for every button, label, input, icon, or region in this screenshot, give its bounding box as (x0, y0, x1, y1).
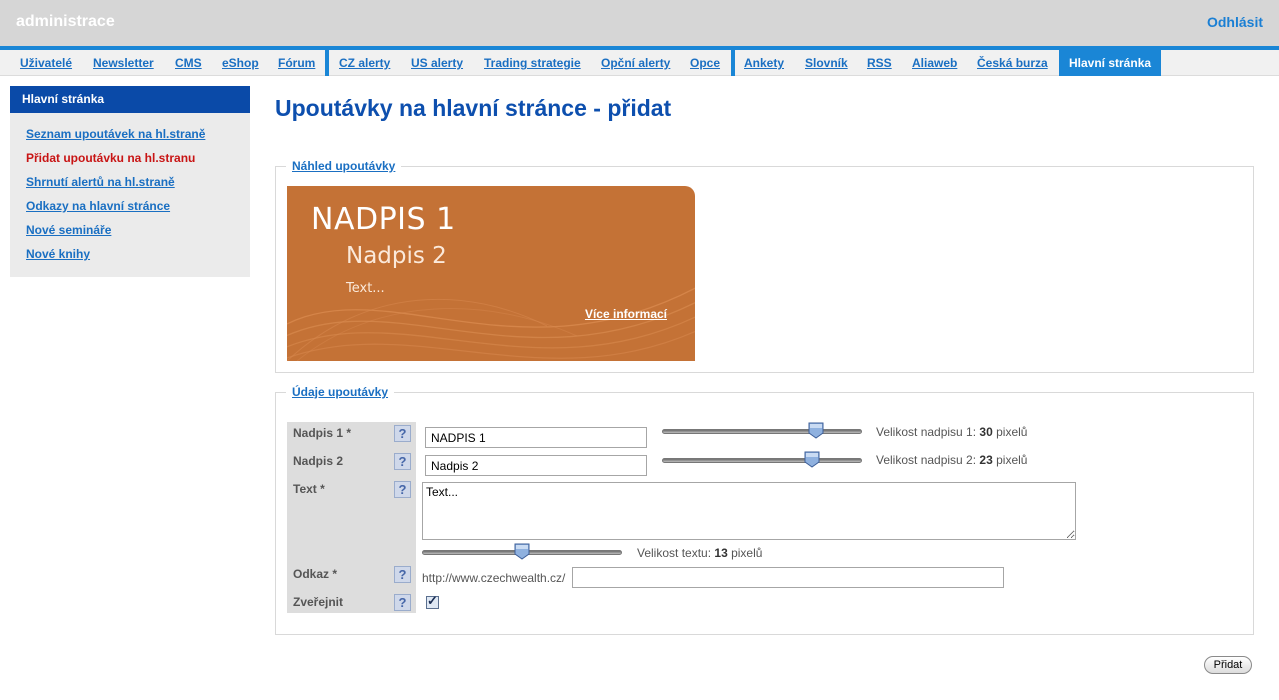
publish-help-icon[interactable]: ? (394, 594, 411, 611)
text-help-icon[interactable]: ? (394, 481, 411, 498)
heading1-help-icon[interactable]: ? (394, 425, 411, 442)
form-label-column: Nadpis 1 * ? Nadpis 2 ? Text * ? Odkaz *… (287, 422, 416, 613)
nav-item-uzivatele[interactable]: Uživatelé (20, 50, 72, 76)
header-bar: administrace Odhlásit (0, 0, 1279, 46)
link-url-prefix: http://www.czechwealth.cz/ (422, 571, 566, 585)
text-size-caption: Velikost textu: 13 pixelů (637, 546, 763, 560)
heading1-label: Nadpis 1 * (293, 426, 352, 440)
sidebar: Hlavní stránka Seznam upoutávek na hl.st… (10, 86, 250, 277)
heading1-size-slider[interactable] (662, 422, 862, 442)
banner-more-info-link[interactable]: Více informací (585, 307, 667, 321)
nav-item-ankety[interactable]: Ankety (744, 50, 784, 76)
app-title: administrace (16, 13, 115, 30)
main-nav: Uživatelé Newsletter CMS eShop Fórum CZ … (0, 50, 1279, 76)
nav-item-trading-strategie[interactable]: Trading strategie (484, 50, 581, 76)
submit-button[interactable]: Přidat (1204, 656, 1252, 674)
banner-heading-2: Nadpis 2 (346, 243, 447, 269)
sidebar-item-nove-seminare[interactable]: Nové semináře (26, 223, 111, 237)
link-help-icon[interactable]: ? (394, 566, 411, 583)
nav-item-us-alerty[interactable]: US alerty (411, 50, 463, 76)
heading2-size-slider[interactable] (662, 451, 862, 471)
sidebar-item-pridat-upoutavku[interactable]: Přidat upoutávku na hl.stranu (26, 151, 195, 165)
banner-text: Text... (346, 281, 385, 296)
slider-track (662, 429, 862, 434)
nav-item-rss[interactable]: RSS (867, 50, 892, 76)
nav-item-opce[interactable]: Opce (690, 50, 720, 76)
sidebar-item-odkazy[interactable]: Odkazy na hlavní stránce (26, 199, 170, 213)
slider-thumb[interactable] (514, 543, 530, 560)
sidebar-item-seznam-upoutavek[interactable]: Seznam upoutávek na hl.straně (26, 127, 205, 141)
heading1-input[interactable] (425, 427, 647, 448)
slider-thumb[interactable] (808, 422, 824, 439)
nav-separator (731, 50, 735, 76)
heading2-size-caption: Velikost nadpisu 2: 23 pixelů (876, 453, 1028, 467)
nav-item-slovnik[interactable]: Slovník (805, 50, 848, 76)
nav-item-cms[interactable]: CMS (175, 50, 202, 76)
heading2-label: Nadpis 2 (293, 454, 344, 468)
page-title: Upoutávky na hlavní stránce - přidat (275, 95, 672, 121)
heading2-input[interactable] (425, 455, 647, 476)
nav-item-ceska-burza[interactable]: Česká burza (977, 50, 1048, 76)
logout-link[interactable]: Odhlásit (1207, 14, 1263, 30)
nav-item-eshop[interactable]: eShop (222, 50, 259, 76)
preview-legend[interactable]: Náhled upoutávky (286, 159, 402, 173)
heading2-help-icon[interactable]: ? (394, 453, 411, 470)
preview-fieldset: Náhled upoutávky NADPIS 1 Nadpis 2 Text.… (275, 159, 1254, 373)
nav-item-forum[interactable]: Fórum (278, 50, 315, 76)
details-fieldset: Údaje upoutávky Nadpis 1 * ? Nadpis 2 ? … (275, 385, 1254, 635)
nav-item-aliaweb[interactable]: Aliaweb (912, 50, 957, 76)
preview-banner: NADPIS 1 Nadpis 2 Text... Více informací (287, 186, 695, 361)
sidebar-title: Hlavní stránka (10, 86, 250, 113)
slider-track (662, 458, 862, 463)
slider-thumb[interactable] (804, 451, 820, 468)
nav-separator (325, 50, 329, 76)
heading1-size-caption: Velikost nadpisu 1: 30 pixelů (876, 425, 1028, 439)
nav-item-opcni-alerty[interactable]: Opční alerty (601, 50, 670, 76)
nav-item-hlavni-stranka[interactable]: Hlavní stránka (1059, 50, 1162, 76)
publish-checkbox[interactable] (426, 593, 439, 609)
link-label: Odkaz * (293, 567, 338, 581)
details-legend[interactable]: Údaje upoutávky (286, 385, 395, 399)
publish-label: Zveřejnit (293, 595, 344, 609)
nav-item-cz-alerty[interactable]: CZ alerty (339, 50, 390, 76)
sidebar-item-shrnuti-alertu[interactable]: Shrnutí alertů na hl.straně (26, 175, 175, 189)
text-textarea[interactable]: Text... (422, 482, 1076, 540)
text-label: Text * (293, 482, 325, 496)
sidebar-item-nove-knihy[interactable]: Nové knihy (26, 247, 90, 261)
text-size-slider[interactable] (422, 543, 622, 563)
link-input[interactable] (572, 567, 1004, 588)
nav-item-newsletter[interactable]: Newsletter (93, 50, 154, 76)
banner-heading-1: NADPIS 1 (311, 202, 456, 237)
